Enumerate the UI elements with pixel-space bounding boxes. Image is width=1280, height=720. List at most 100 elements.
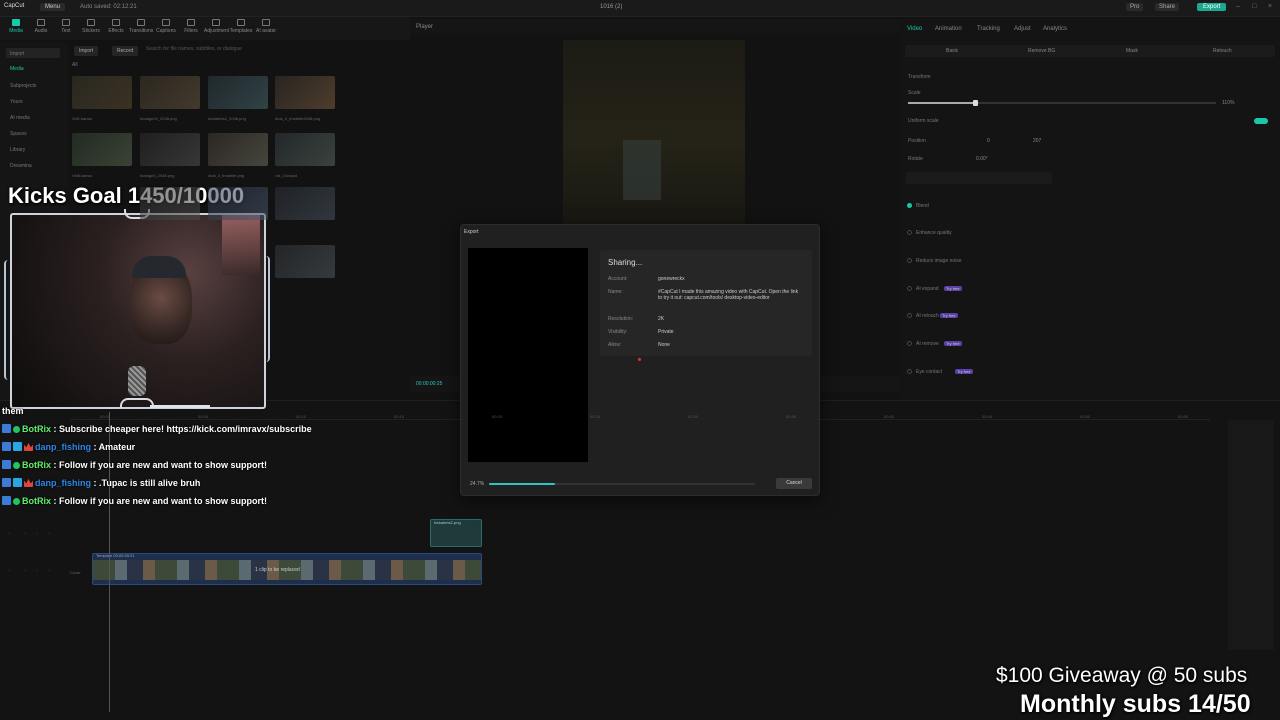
track-control-icon[interactable]: ◦ — [24, 531, 26, 537]
nav-item-2[interactable]: Subprojects — [10, 83, 36, 89]
media-thumbnail[interactable] — [140, 133, 200, 166]
ai-remove-checkbox[interactable] — [907, 341, 912, 346]
position-x[interactable]: 0 — [987, 138, 990, 144]
enhance-checkbox[interactable] — [907, 230, 912, 235]
props-tab-1[interactable]: Animation — [935, 26, 962, 32]
eye-contact-checkbox[interactable] — [907, 369, 912, 374]
props-subtab-3[interactable]: Retouch — [1213, 48, 1232, 54]
media-thumbnail[interactable] — [275, 187, 335, 220]
reduce-noise-label: Reduce image noise — [916, 258, 962, 264]
nav-item-1[interactable]: Media — [10, 66, 24, 72]
nav-item-4[interactable]: AI media — [10, 115, 30, 121]
toolbar-item-label: Stickers — [82, 28, 100, 34]
track-control-icon[interactable]: ◦ — [24, 568, 26, 574]
ai-expand-checkbox[interactable] — [907, 286, 912, 291]
minimize-icon[interactable]: – — [1236, 3, 1240, 10]
eye-contact-label: Eye contact — [916, 369, 943, 375]
props-tab-4[interactable]: Analytics — [1043, 26, 1067, 32]
media-thumbnail[interactable] — [208, 133, 268, 166]
maximize-icon[interactable]: □ — [1252, 3, 1256, 10]
ai-retouch-checkbox[interactable] — [907, 313, 912, 318]
rotate-value[interactable]: 0.00° — [976, 156, 988, 162]
nav-item-6[interactable]: Library — [10, 147, 25, 153]
close-icon[interactable]: × — [1268, 3, 1272, 10]
nav-item-0[interactable]: Import — [10, 51, 24, 57]
track-control-icon[interactable]: ◦ — [48, 531, 50, 537]
crown-icon — [24, 478, 33, 487]
toolbar-item-1[interactable]: Audio — [29, 19, 53, 34]
nav-item-5[interactable]: Spaces — [10, 131, 27, 137]
props-tab-0[interactable]: Video — [907, 26, 922, 32]
media-search-input[interactable]: Search for file names, subtitles, or dia… — [146, 46, 296, 55]
toolbar-item-2[interactable]: Text — [54, 19, 78, 34]
monthly-subs-overlay: Monthly subs 14/50 — [1020, 690, 1251, 718]
import-button[interactable]: Import — [74, 46, 99, 56]
media-thumbnail-label: Vid6.kansa — [72, 173, 92, 178]
media-thumbnail[interactable] — [208, 187, 268, 220]
media-thumbnail[interactable] — [208, 76, 268, 109]
media-thumbnail[interactable] — [72, 133, 132, 166]
blend-checkbox[interactable] — [907, 203, 912, 208]
toolbar-item-5[interactable]: Transitions — [129, 19, 153, 34]
props-subtab-2[interactable]: Mask — [1126, 48, 1138, 54]
track-control-icon[interactable]: ◦ — [48, 568, 50, 574]
scale-slider-handle[interactable] — [973, 100, 978, 106]
filter-all[interactable]: All — [72, 62, 78, 68]
media-thumbnail[interactable] — [275, 133, 335, 166]
toolbar-item-6[interactable]: Captions — [154, 19, 178, 34]
status-dot — [638, 358, 641, 361]
export-dialog-title: Export — [464, 229, 479, 235]
props-tab-2[interactable]: Tracking — [977, 26, 1000, 32]
record-button[interactable]: Record — [112, 46, 139, 56]
pro-button[interactable]: Pro — [1126, 3, 1144, 11]
moderator-badge-icon — [2, 496, 11, 505]
media-thumbnail[interactable] — [140, 187, 200, 220]
ruler-mark: 00:00 — [100, 414, 111, 419]
export-preview — [468, 248, 588, 462]
toolbar-item-3[interactable]: Stickers — [79, 19, 103, 34]
toolbar-item-4[interactable]: Effects — [104, 19, 128, 34]
transform-label[interactable]: Transform — [908, 74, 931, 80]
toolbar-item-0[interactable]: Media — [4, 19, 28, 34]
timeline-playhead[interactable] — [109, 412, 110, 712]
media-thumbnail[interactable] — [275, 245, 335, 278]
chat-text-body: : Follow if you are new and want to show… — [53, 460, 268, 470]
props-subtab-0[interactable]: Basic — [946, 48, 958, 54]
position-y[interactable]: 207 — [1033, 138, 1041, 144]
track-control-icon[interactable]: ◦ — [36, 568, 38, 574]
export-field-value: Private — [658, 329, 674, 335]
uniform-scale-toggle[interactable] — [1254, 118, 1268, 124]
toolbar-item-9[interactable]: Templates — [229, 19, 253, 34]
media-thumbnail[interactable] — [140, 76, 200, 109]
share-button[interactable]: Share — [1155, 3, 1180, 11]
ruler-mark: 00:05 — [198, 414, 209, 419]
reduce-noise-checkbox[interactable] — [907, 258, 912, 263]
props-subtab-1[interactable]: Remove BG — [1028, 48, 1055, 54]
scale-value[interactable]: 110% — [1222, 100, 1234, 106]
audio-level-meter — [1228, 420, 1274, 650]
toolbar-item-10[interactable]: AI avatar — [254, 19, 278, 34]
nav-item-7[interactable]: Dreamina — [10, 163, 32, 169]
media-thumbnail[interactable] — [275, 76, 335, 109]
export-button[interactable]: Export — [1197, 3, 1227, 11]
track-control-icon[interactable]: ◦ — [8, 568, 10, 574]
nav-item-3[interactable]: Yours — [10, 99, 23, 105]
toolbar-item-icon — [187, 19, 195, 26]
chat-message: danp_fishing : Amateur — [2, 442, 135, 452]
track-control-icon[interactable]: ◦ — [8, 531, 10, 537]
props-tab-3[interactable]: Adjust — [1014, 26, 1031, 32]
toolbar-item-8[interactable]: Adjustment — [204, 19, 229, 34]
cancel-button[interactable]: Cancel — [776, 478, 812, 489]
project-title: 1016 (2) — [600, 4, 623, 10]
media-thumbnail-label: footage3_2048.png — [140, 173, 175, 178]
cover-label[interactable]: Cover — [70, 570, 81, 575]
menu-button[interactable]: Menu — [40, 3, 66, 11]
track-control-icon[interactable]: ◦ — [36, 531, 38, 537]
blend-label: Blend — [916, 203, 929, 209]
scale-slider-track[interactable] — [976, 102, 1216, 104]
align-buttons[interactable] — [906, 172, 1052, 184]
media-thumbnail[interactable] — [72, 76, 132, 109]
ruler-mark: 00:20 — [492, 414, 503, 419]
toolbar-item-7[interactable]: Filters — [179, 19, 203, 34]
chat-username: danp_fishing — [35, 478, 91, 488]
